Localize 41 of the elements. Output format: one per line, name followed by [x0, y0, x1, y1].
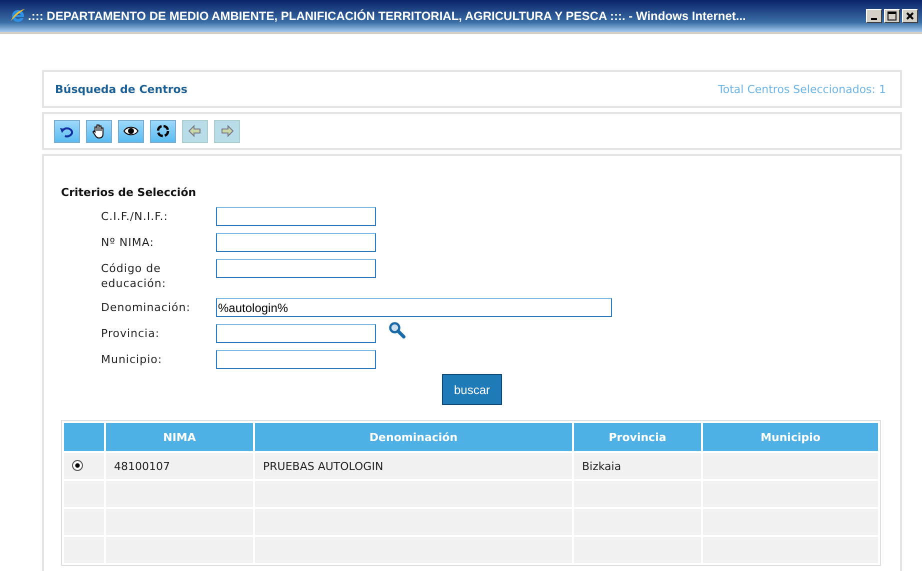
field-label: Código de educación:	[101, 261, 168, 291]
field-label: C.I.F./N.I.F.:	[101, 209, 169, 224]
row-radio-button[interactable]	[72, 460, 83, 471]
table-cell: PRUEBAS AUTOLOGIN	[255, 453, 572, 479]
right-arrow-icon	[219, 123, 235, 139]
column-header: NIMA	[106, 423, 253, 451]
browser-logo-icon	[10, 8, 26, 24]
close-button[interactable]	[902, 9, 918, 23]
undo-button[interactable]	[54, 120, 80, 142]
selection-count: Total Centros Seleccionados: 1	[718, 82, 886, 96]
page-heading: Búsqueda de Centros	[55, 82, 188, 96]
field-label: Nº NIMA:	[101, 235, 155, 250]
refresh-icon	[155, 123, 171, 139]
table-cell: Bizkaia	[574, 453, 701, 479]
column-header: Provincia	[574, 423, 701, 451]
input-field[interactable]	[216, 350, 376, 369]
input-field[interactable]: %autologin%	[216, 298, 612, 317]
refresh-button[interactable]	[150, 120, 176, 142]
table-cell: 48100107	[106, 453, 253, 479]
hand-button[interactable]	[86, 120, 112, 142]
search-button[interactable]: buscar	[442, 374, 502, 405]
maximize-button[interactable]	[884, 9, 900, 23]
minimize-icon	[871, 18, 877, 20]
table-header-cell	[64, 423, 104, 451]
field-label: Municipio:	[101, 352, 164, 367]
search-icon[interactable]	[388, 321, 406, 339]
left-arrow-icon	[187, 123, 203, 139]
input-field[interactable]	[216, 233, 376, 252]
maximize-icon	[887, 11, 897, 21]
column-header: Denominación	[255, 423, 572, 451]
field-label: Denominación:	[101, 300, 192, 315]
eye-button[interactable]	[118, 120, 144, 142]
window-title: .::: DEPARTAMENTO DE MEDIO AMBIENTE, PLANIFICACIÓN TERRITORIAL, AGRICULTURA Y PESCA :::. - Windows Internet...	[28, 9, 747, 23]
input-field[interactable]	[216, 259, 376, 278]
field-label: Provincia:	[101, 326, 161, 341]
minimize-button[interactable]	[866, 9, 882, 23]
input-field[interactable]	[216, 324, 376, 343]
section-heading: Criterios de Selección	[61, 186, 198, 199]
column-header: Municipio	[703, 423, 878, 451]
input-field[interactable]	[216, 207, 376, 226]
close-icon	[905, 11, 915, 21]
